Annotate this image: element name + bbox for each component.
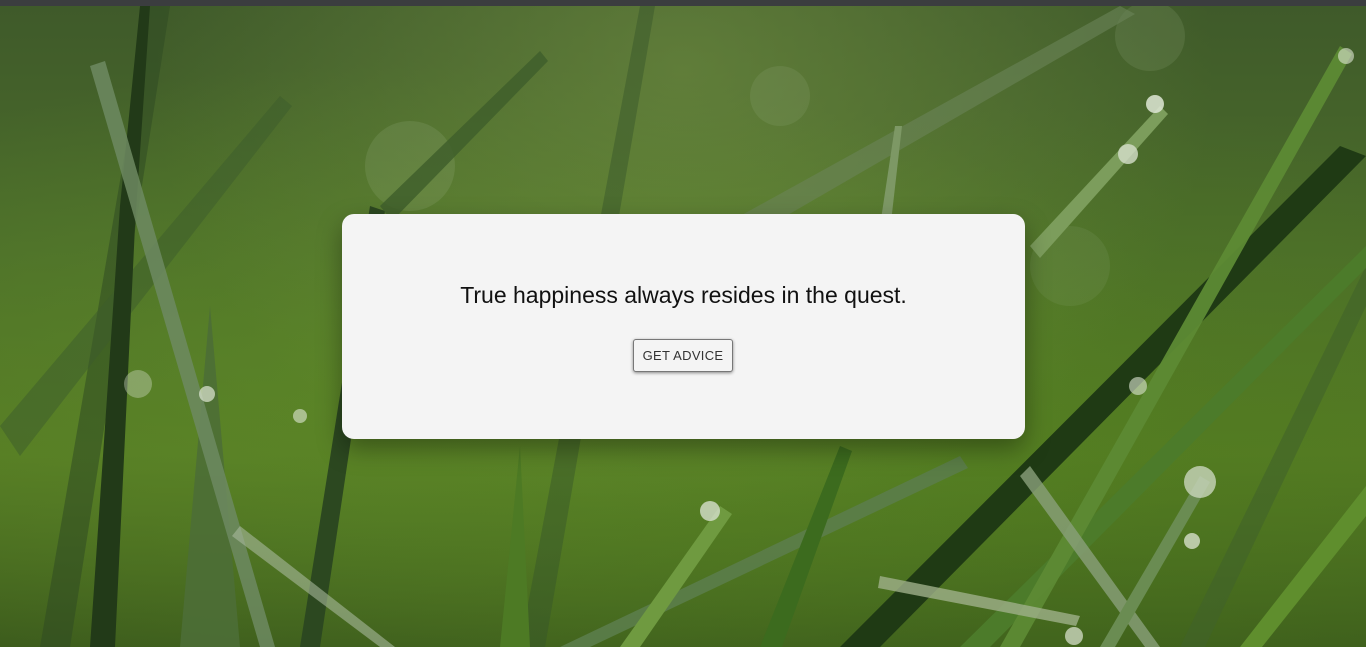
get-advice-button[interactable]: GET ADVICE [633,339,733,372]
advice-card: True happiness always resides in the que… [342,214,1025,439]
advice-quote: True happiness always resides in the que… [460,282,907,308]
browser-top-strip [0,0,1366,6]
